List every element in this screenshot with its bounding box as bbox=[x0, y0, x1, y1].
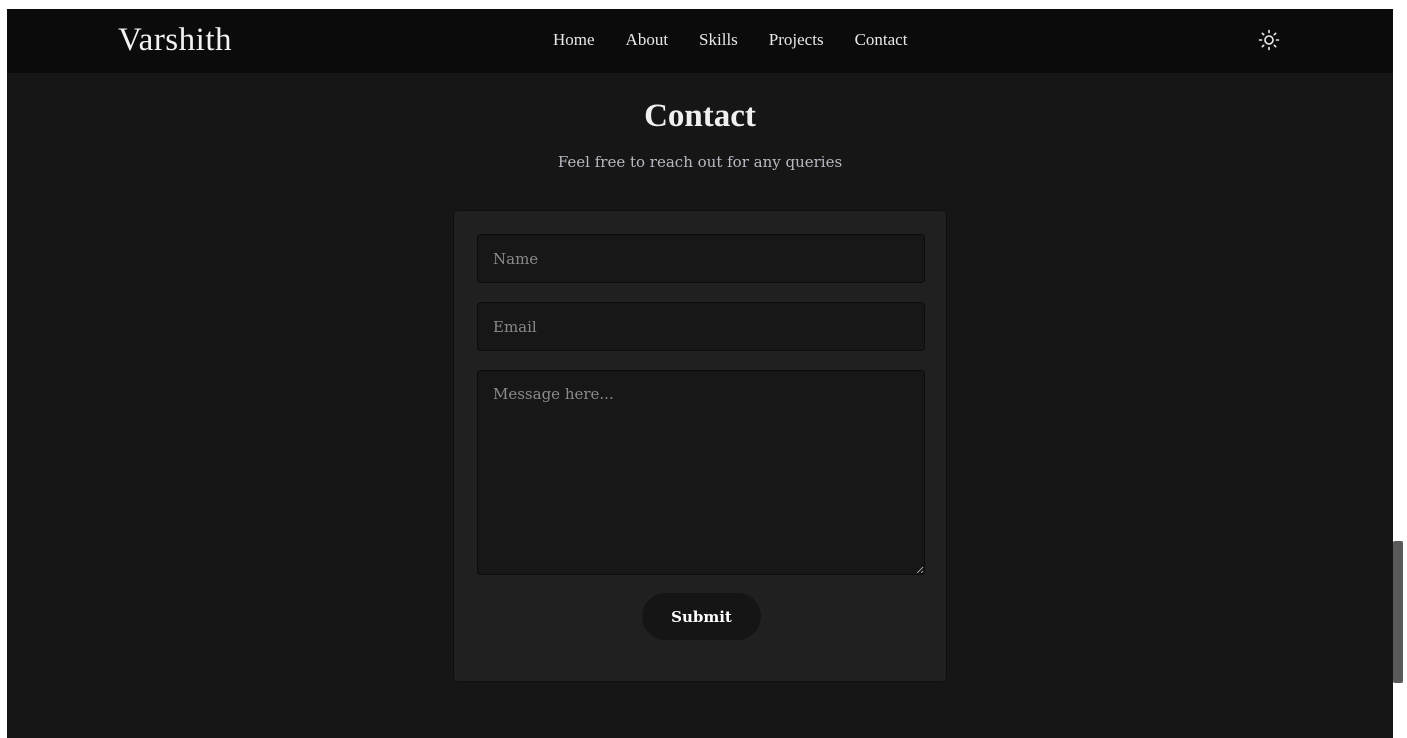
nav-links: Home About Skills Projects Contact bbox=[553, 30, 938, 52]
nav-item-home[interactable]: Home bbox=[553, 30, 595, 52]
nav-item-contact[interactable]: Contact bbox=[855, 30, 908, 52]
scrollbar-thumb[interactable] bbox=[1393, 541, 1403, 683]
nav-item-projects[interactable]: Projects bbox=[769, 30, 824, 52]
name-input[interactable] bbox=[477, 234, 925, 283]
sun-icon bbox=[1258, 29, 1280, 51]
navbar: Varshith Home About Skills Projects Cont… bbox=[7, 9, 1393, 73]
submit-button[interactable]: Submit bbox=[642, 593, 761, 640]
message-textarea[interactable] bbox=[477, 370, 925, 575]
page-title: Contact bbox=[644, 98, 756, 134]
nav-item-about[interactable]: About bbox=[626, 30, 669, 52]
contact-form: Submit bbox=[453, 210, 947, 682]
brand-logo[interactable]: Varshith bbox=[118, 22, 232, 59]
page-viewport: Varshith Home About Skills Projects Cont… bbox=[7, 9, 1393, 738]
theme-toggle-button[interactable] bbox=[1257, 28, 1281, 52]
email-input[interactable] bbox=[477, 302, 925, 351]
page-subtitle: Feel free to reach out for any queries bbox=[557, 153, 843, 171]
nav-item-skills[interactable]: Skills bbox=[699, 30, 738, 52]
